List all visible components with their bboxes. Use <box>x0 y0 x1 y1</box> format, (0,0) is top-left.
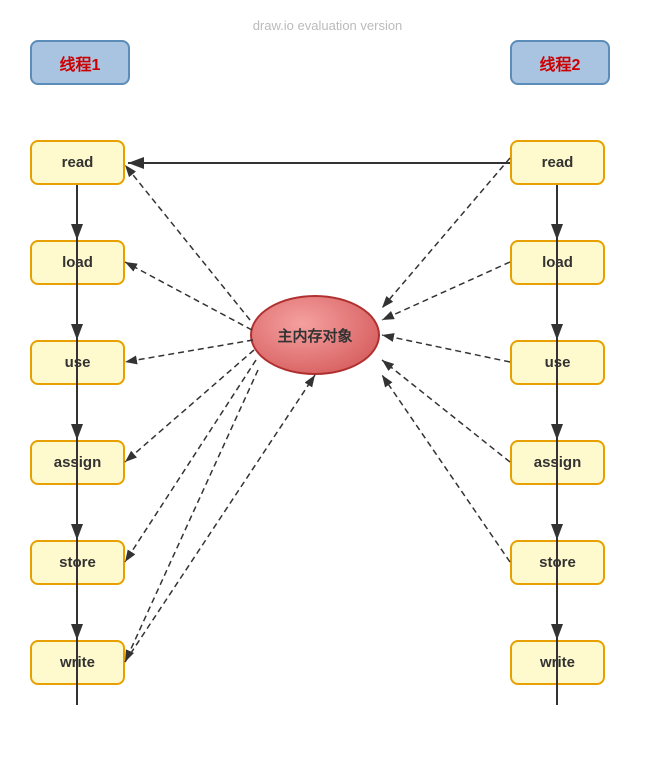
watermark-text: draw.io evaluation version <box>253 18 403 33</box>
memory-ellipse: 主内存对象 <box>250 295 380 375</box>
left-use: use <box>30 340 125 385</box>
left-store: store <box>30 540 125 585</box>
left-write: write <box>30 640 125 685</box>
right-read: read <box>510 140 605 185</box>
left-read: read <box>30 140 125 185</box>
right-write: write <box>510 640 605 685</box>
right-load: load <box>510 240 605 285</box>
thread1-header: 线程1 <box>30 40 130 85</box>
right-use: use <box>510 340 605 385</box>
right-assign: assign <box>510 440 605 485</box>
right-store: store <box>510 540 605 585</box>
left-load: load <box>30 240 125 285</box>
thread2-header: 线程2 <box>510 40 610 85</box>
left-assign: assign <box>30 440 125 485</box>
